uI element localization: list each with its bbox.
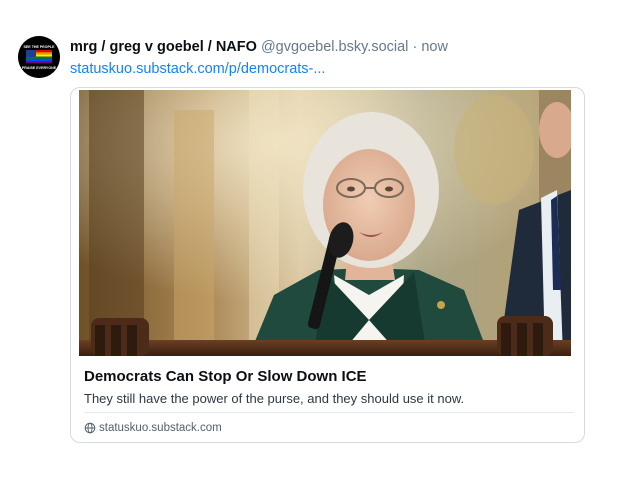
- pride-flag-avatar-icon: SEE THE PEOPLE PRAISE EVERYONE: [18, 36, 60, 78]
- post-header: mrg / greg v goebel / NAFO @gvgoebel.bsk…: [70, 38, 600, 56]
- avatar-text-bottom: PRAISE EVERYONE: [22, 66, 57, 70]
- author-display-name[interactable]: mrg / greg v goebel / NAFO: [70, 39, 257, 55]
- separator-dot: ·: [412, 39, 418, 55]
- post-timestamp[interactable]: now: [421, 39, 448, 55]
- globe-icon: [84, 422, 96, 434]
- link-card-title[interactable]: Democrats Can Stop Or Slow Down ICE: [84, 368, 367, 386]
- author-handle[interactable]: @gvgoebel.bsky.social: [261, 39, 408, 55]
- link-card-image[interactable]: [79, 90, 571, 356]
- link-card-domain-text: statuskuo.substack.com: [99, 422, 222, 434]
- avatar-text-top: SEE THE PEOPLE: [24, 45, 56, 49]
- link-card[interactable]: Democrats Can Stop Or Slow Down ICE They…: [70, 87, 585, 443]
- card-photo: [79, 90, 571, 356]
- avatar[interactable]: SEE THE PEOPLE PRAISE EVERYONE: [18, 36, 60, 78]
- link-card-domain[interactable]: statuskuo.substack.com: [84, 421, 222, 435]
- link-card-description: They still have the power of the purse, …: [84, 391, 465, 406]
- link-card-divider: [84, 412, 574, 413]
- post-link[interactable]: statuskuo.substack.com/p/democrats-...: [70, 60, 325, 78]
